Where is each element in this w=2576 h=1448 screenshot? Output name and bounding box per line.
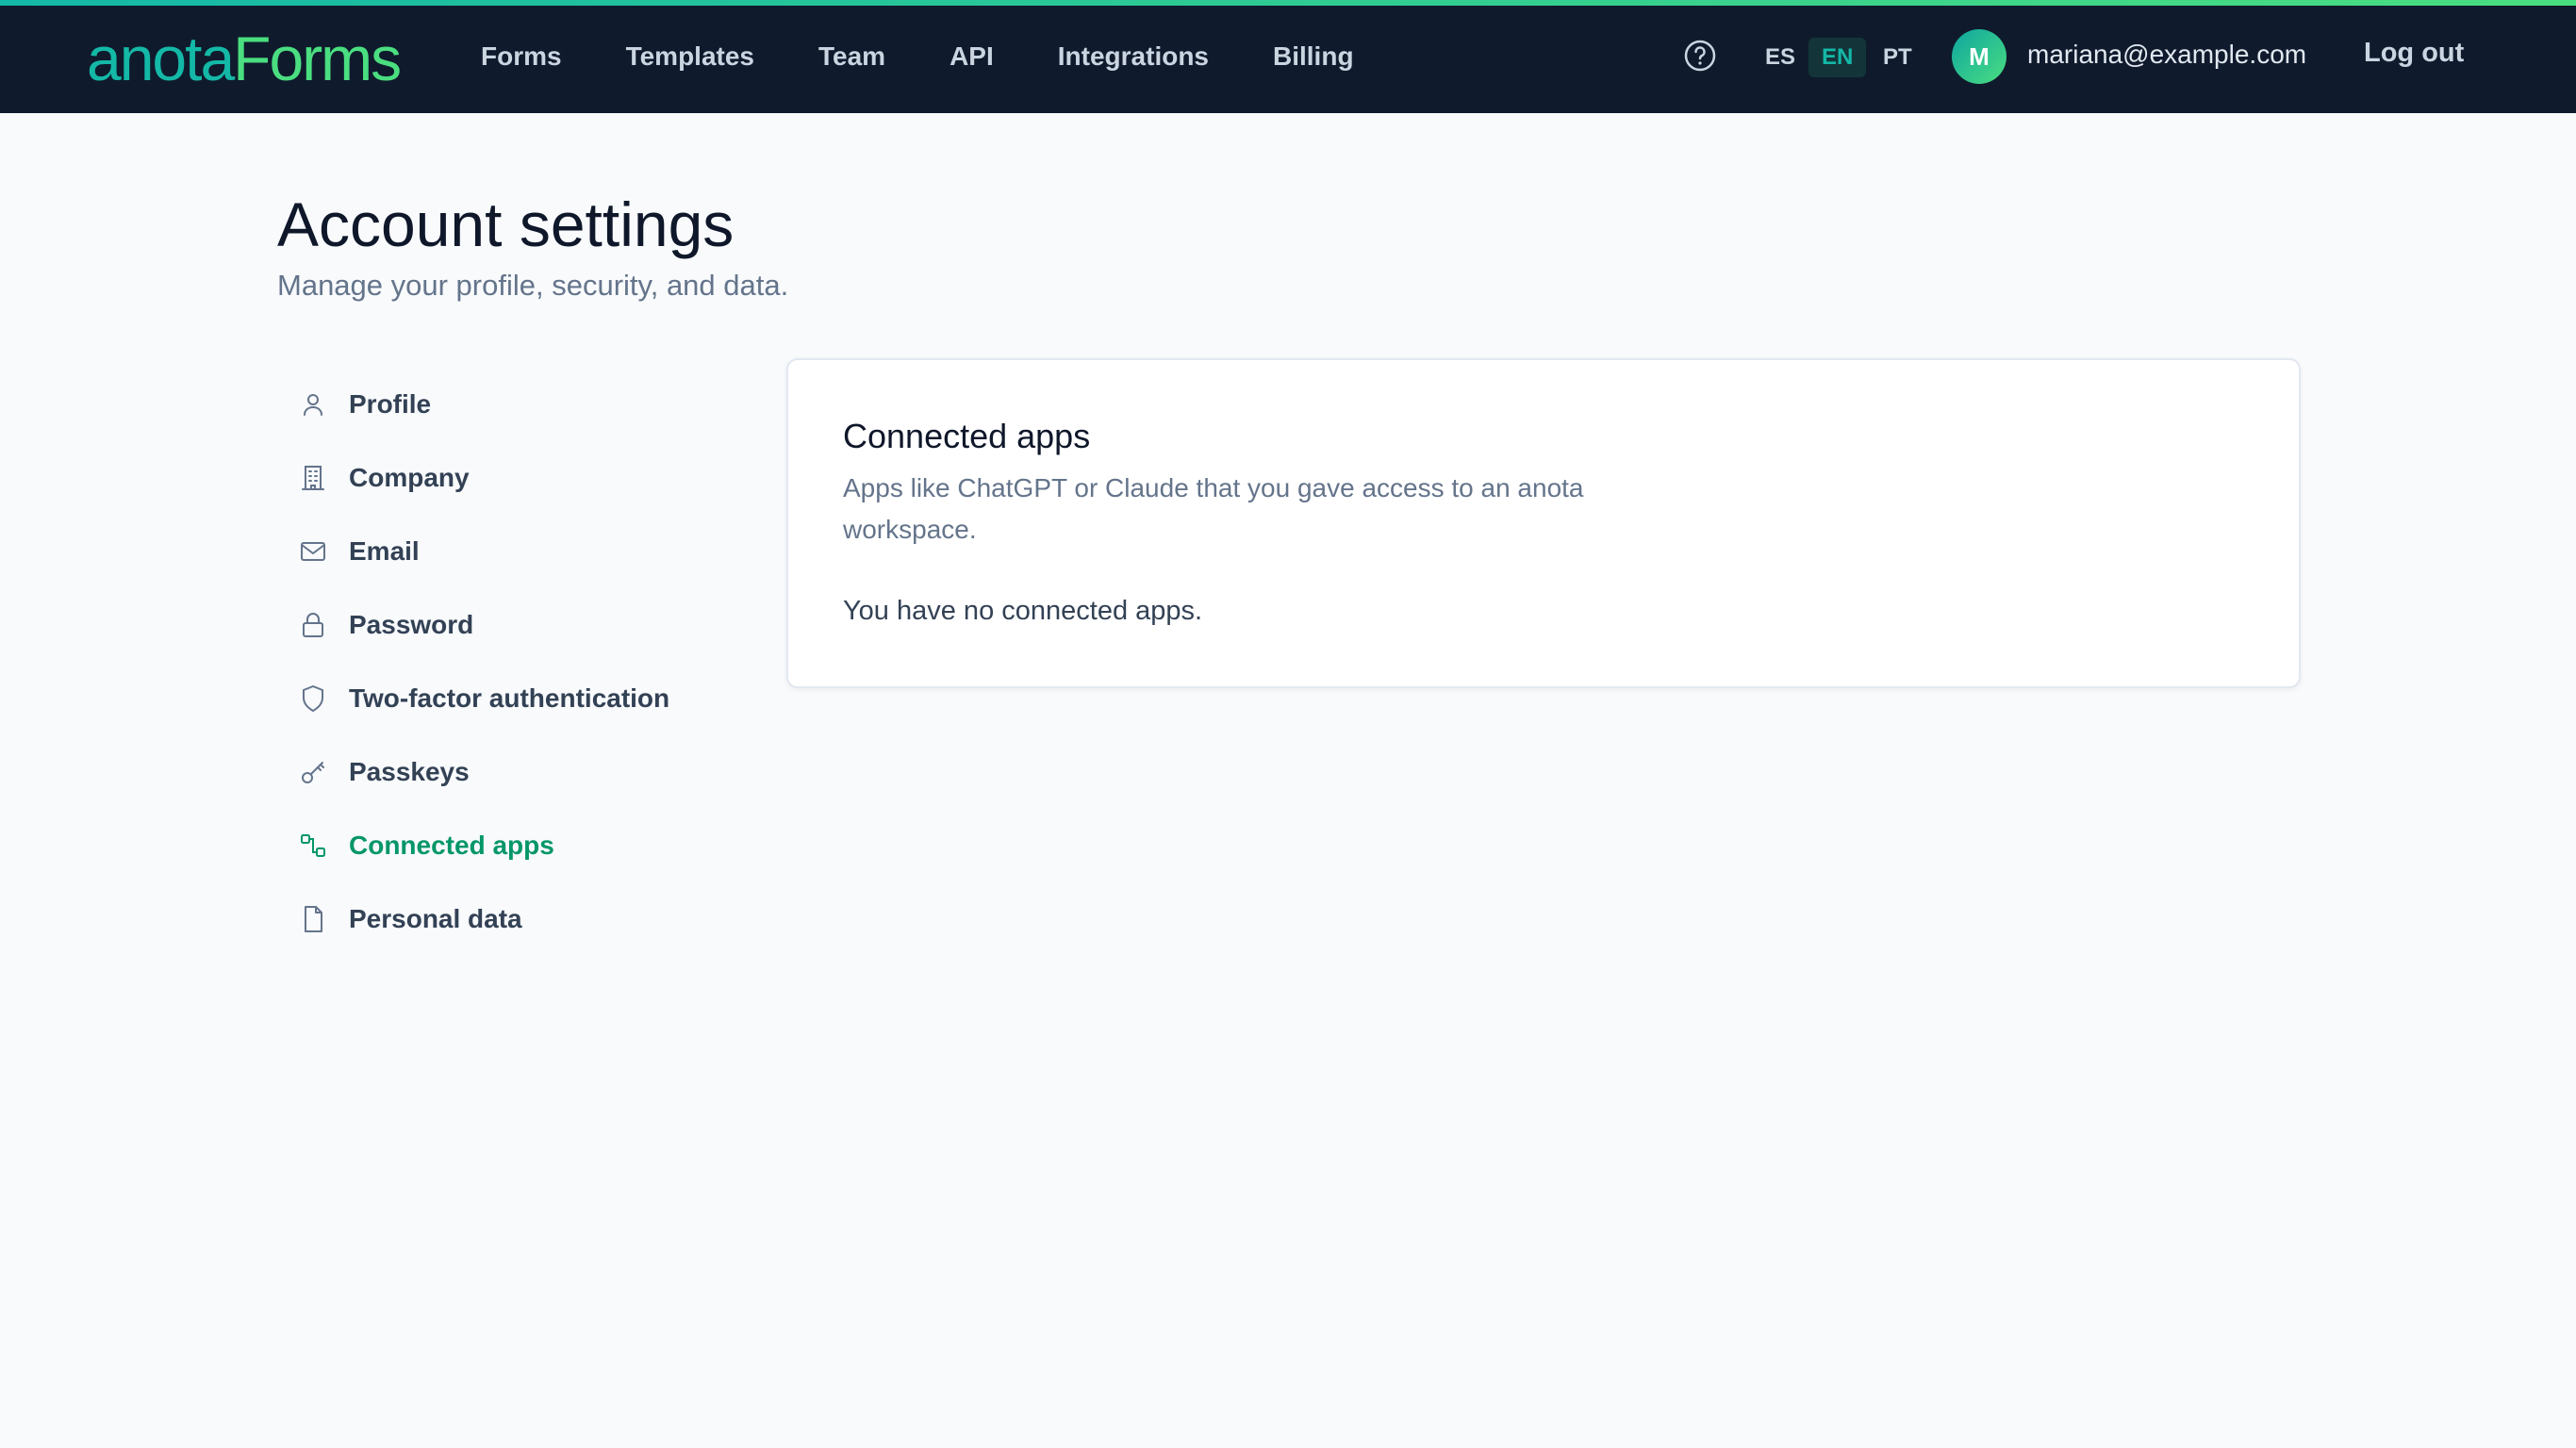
- building-icon: [302, 466, 324, 490]
- sidebar-item-profile[interactable]: Profile: [298, 368, 751, 441]
- connected-apps-card: Connected apps Apps like ChatGPT or Clau…: [786, 358, 2301, 688]
- sidebar-item-label: Connected apps: [349, 831, 554, 860]
- brand-name-part2: Forms: [233, 24, 402, 93]
- sidebar-item-label: Password: [349, 610, 474, 639]
- nav-api[interactable]: API: [949, 41, 994, 72]
- shield-icon: [303, 685, 323, 712]
- nav-forms[interactable]: Forms: [481, 41, 562, 72]
- top-navigation-bar: anotaForms Forms Templates Team API Inte…: [0, 0, 2576, 113]
- page-subtitle: Manage your profile, security, and data.: [277, 269, 789, 302]
- sidebar-item-label: Profile: [349, 389, 432, 419]
- sidebar-item-label: Passkeys: [349, 757, 470, 786]
- language-pt[interactable]: PT: [1883, 38, 1912, 77]
- card-description: Apps like ChatGPT or Claude that you gav…: [843, 473, 1584, 544]
- settings-sidebar: Profile Company Email Password Two-facto…: [298, 368, 751, 956]
- sidebar-item-personal-data[interactable]: Personal data: [298, 882, 751, 956]
- user-email[interactable]: mariana@example.com: [2027, 40, 2306, 70]
- nav-integrations[interactable]: Integrations: [1058, 41, 1209, 72]
- sidebar-item-email[interactable]: Email: [298, 515, 751, 588]
- lock-icon: [303, 613, 323, 637]
- brand-logo[interactable]: anotaForms: [87, 21, 402, 96]
- sidebar-item-connected-apps[interactable]: Connected apps: [298, 809, 751, 882]
- main-nav: Forms Templates Team API Integrations Bi…: [481, 0, 1418, 113]
- file-icon: [305, 906, 322, 932]
- connected-apps-icon: [301, 834, 325, 857]
- logout-button[interactable]: Log out: [2364, 38, 2464, 69]
- user-icon: [304, 394, 322, 416]
- mail-icon: [301, 542, 325, 561]
- sidebar-item-company[interactable]: Company: [298, 441, 751, 515]
- sidebar-item-label: Company: [349, 463, 470, 492]
- nav-templates[interactable]: Templates: [626, 41, 754, 72]
- sidebar-item-label: Two-factor authentication: [349, 683, 670, 713]
- nav-team[interactable]: Team: [818, 41, 885, 72]
- sidebar-item-password[interactable]: Password: [298, 588, 751, 662]
- language-en[interactable]: EN: [1808, 38, 1867, 77]
- sidebar-item-passkeys[interactable]: Passkeys: [298, 735, 751, 809]
- nav-billing[interactable]: Billing: [1273, 41, 1354, 72]
- page-title: Account settings: [277, 189, 735, 259]
- help-icon[interactable]: [1684, 40, 1716, 72]
- key-icon: [302, 762, 324, 783]
- sidebar-item-label: Email: [349, 536, 420, 566]
- sidebar-item-label: Personal data: [349, 904, 522, 933]
- empty-state-message: You have no connected apps.: [843, 596, 1203, 626]
- brand-name-part1: anota: [87, 24, 235, 93]
- sidebar-item-two-factor[interactable]: Two-factor authentication: [298, 662, 751, 735]
- avatar[interactable]: M: [1952, 29, 2006, 84]
- language-es[interactable]: ES: [1765, 38, 1795, 77]
- card-title: Connected apps: [843, 417, 1091, 455]
